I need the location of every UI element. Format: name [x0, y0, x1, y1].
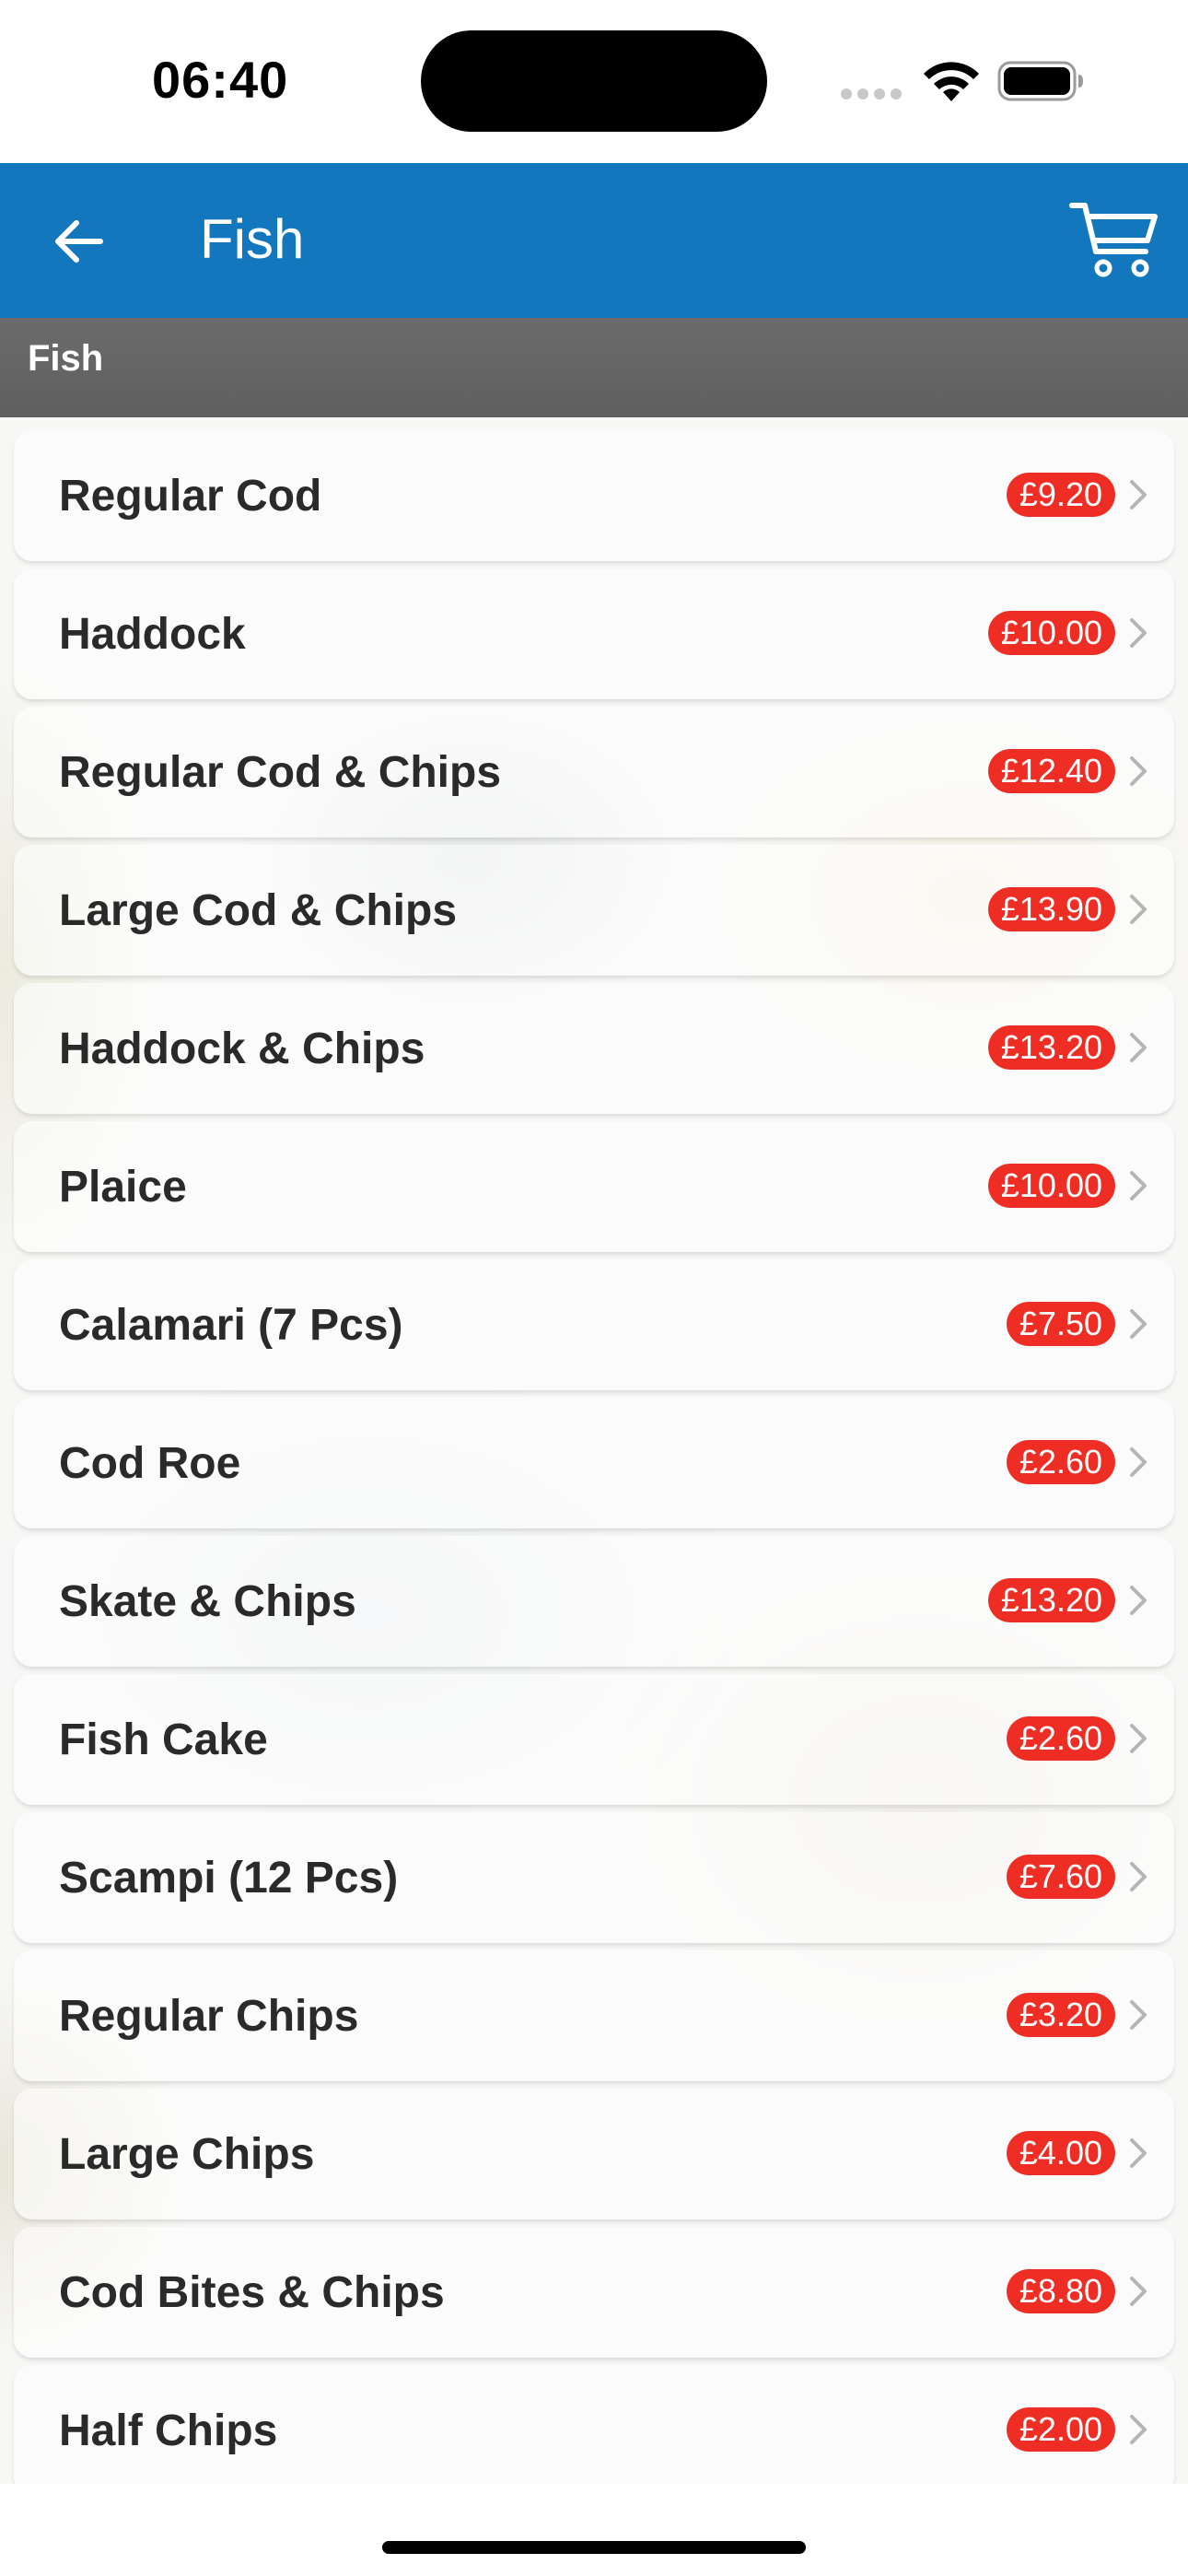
menu-item-name: Regular Cod	[59, 472, 322, 521]
chevron-right-icon	[1130, 2415, 1147, 2444]
chevron-right-icon	[1130, 618, 1147, 648]
back-button[interactable]	[37, 200, 120, 283]
menu-item-name: Haddock	[59, 610, 246, 659]
menu-item[interactable]: Haddock £10.00	[14, 568, 1174, 699]
menu-item[interactable]: Large Cod & Chips £13.90	[14, 845, 1174, 976]
price-badge: £8.80	[1006, 2269, 1115, 2313]
menu-item[interactable]: Calamari (7 Pcs) £7.50	[14, 1259, 1174, 1390]
chevron-right-icon	[1130, 1724, 1147, 1753]
home-bar	[0, 2484, 1188, 2576]
price-badge: £12.40	[987, 749, 1115, 793]
menu-item-name: Scampi (12 Pcs)	[59, 1854, 399, 1903]
menu-item-name: Plaice	[59, 1163, 187, 1212]
chevron-right-icon	[1130, 2277, 1147, 2306]
menu-item-name: Cod Roe	[59, 1439, 241, 1488]
nav-bar: Fish	[0, 163, 1188, 318]
menu-item-name: Skate & Chips	[59, 1577, 356, 1626]
section-header: Fish	[0, 318, 1188, 417]
price-badge: £9.20	[1006, 473, 1115, 517]
price-badge: £10.00	[987, 1164, 1115, 1208]
arrow-left-icon	[55, 220, 103, 263]
price-badge: £7.60	[1006, 1855, 1115, 1899]
price-badge: £2.60	[1006, 1716, 1115, 1761]
wifi-icon	[924, 62, 979, 101]
menu-list-area[interactable]: Regular Cod £9.20 Haddock £10.00 Regular Cod…	[0, 417, 1188, 2484]
price-badge: £2.00	[1006, 2407, 1115, 2452]
dynamic-island	[421, 30, 767, 132]
price-badge: £4.00	[1006, 2131, 1115, 2175]
price-badge: £2.60	[1006, 1440, 1115, 1484]
shopping-cart-icon	[1069, 203, 1158, 277]
price-badge: £13.20	[987, 1025, 1115, 1070]
menu-item-name: Half Chips	[59, 2406, 278, 2455]
chevron-right-icon	[1130, 1586, 1147, 1615]
menu-item-name: Cod Bites & Chips	[59, 2268, 445, 2317]
chevron-right-icon	[1130, 1171, 1147, 1200]
status-time: 06:40	[152, 51, 289, 109]
cellular-signal-icon	[841, 88, 902, 100]
chevron-right-icon	[1130, 1447, 1147, 1477]
chevron-right-icon	[1130, 2000, 1147, 2030]
chevron-right-icon	[1130, 480, 1147, 509]
price-badge: £13.20	[987, 1578, 1115, 1622]
menu-item-name: Large Chips	[59, 2130, 315, 2179]
menu-item[interactable]: Regular Cod & Chips £12.40	[14, 707, 1174, 837]
menu-item[interactable]: Cod Bites & Chips £8.80	[14, 2227, 1174, 2358]
menu-item[interactable]: Scampi (12 Pcs) £7.60	[14, 1812, 1174, 1943]
chevron-right-icon	[1130, 1309, 1147, 1339]
chevron-right-icon	[1130, 756, 1147, 786]
home-indicator[interactable]	[382, 2541, 806, 2554]
price-badge: £3.20	[1006, 1993, 1115, 2037]
menu-item-name: Haddock & Chips	[59, 1025, 425, 1073]
status-bar: 06:40	[0, 0, 1188, 163]
menu-item[interactable]: Skate & Chips £13.20	[14, 1536, 1174, 1667]
price-badge: £13.90	[987, 887, 1115, 931]
chevron-right-icon	[1130, 2138, 1147, 2168]
menu-item-name: Fish Cake	[59, 1715, 268, 1764]
menu-item-name: Regular Cod & Chips	[59, 748, 502, 797]
chevron-right-icon	[1130, 1862, 1147, 1891]
menu-item[interactable]: Large Chips £4.00	[14, 2089, 1174, 2219]
price-badge: £7.50	[1006, 1302, 1115, 1346]
menu-list: Regular Cod £9.20 Haddock £10.00 Regular Cod…	[14, 430, 1174, 2484]
page-title: Fish	[200, 208, 305, 270]
cart-button[interactable]	[1068, 198, 1160, 281]
menu-item[interactable]: Fish Cake £2.60	[14, 1674, 1174, 1805]
menu-item[interactable]: Haddock & Chips £13.20	[14, 983, 1174, 1114]
battery-icon	[997, 61, 1083, 101]
menu-item[interactable]: Half Chips £2.00	[14, 2365, 1174, 2484]
menu-item[interactable]: Cod Roe £2.60	[14, 1398, 1174, 1528]
screen: 06:40 Fish Fish Regular Cod £9.20 Haddoc…	[0, 0, 1188, 2576]
chevron-right-icon	[1130, 895, 1147, 924]
section-title: Fish	[28, 338, 104, 379]
menu-item-name: Regular Chips	[59, 1992, 359, 2041]
chevron-right-icon	[1130, 1033, 1147, 1062]
menu-item-name: Calamari (7 Pcs)	[59, 1301, 403, 1350]
menu-item-name: Large Cod & Chips	[59, 886, 458, 935]
menu-item[interactable]: Regular Chips £3.20	[14, 1950, 1174, 2081]
price-badge: £10.00	[987, 611, 1115, 655]
menu-item[interactable]: Regular Cod £9.20	[14, 430, 1174, 561]
menu-item[interactable]: Plaice £10.00	[14, 1121, 1174, 1252]
